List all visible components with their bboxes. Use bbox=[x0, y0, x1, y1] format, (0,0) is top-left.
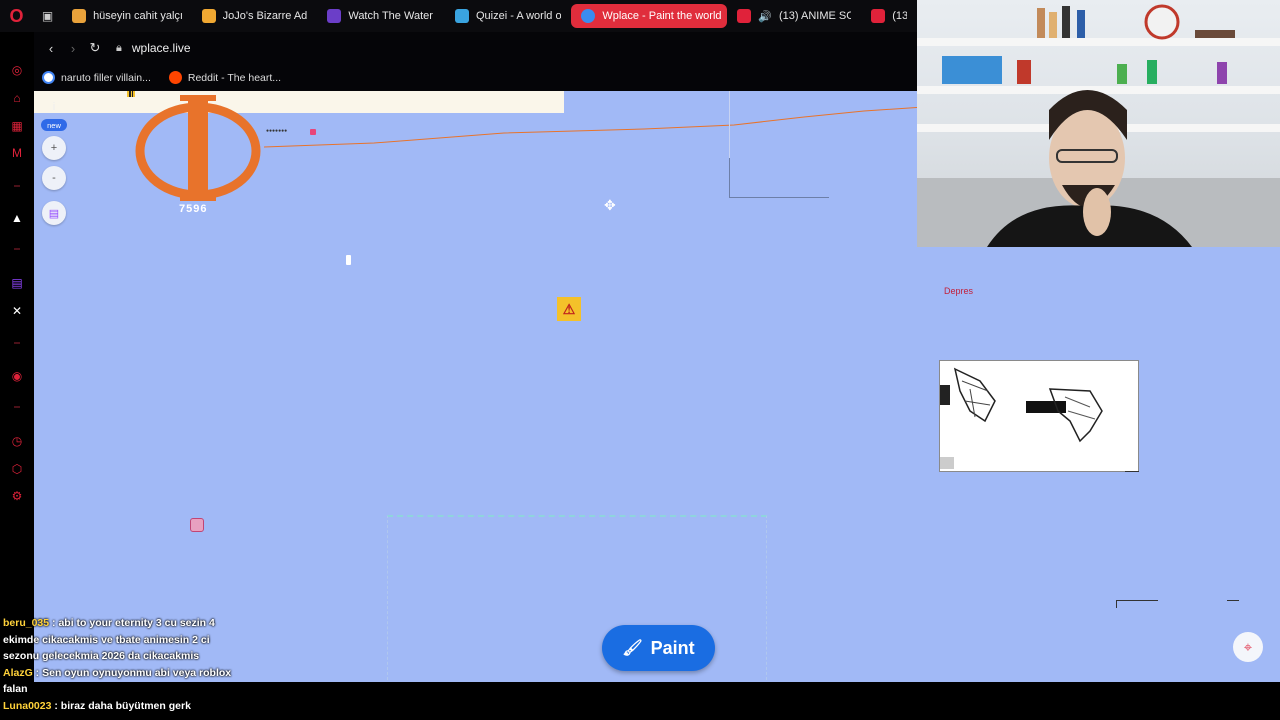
extensions-icon[interactable]: ⬡ bbox=[9, 461, 25, 477]
app-sidebar: ◎ ⌂ ▦ M ▲ ▤ ✕ ◉ ◷ ⬡ ⚙ bbox=[0, 32, 34, 682]
tab-label: Quizei - A world of bbox=[475, 10, 562, 22]
address-bar: ‹ › ↻ 🔒︎ wplace.live bbox=[34, 32, 917, 64]
separator bbox=[14, 185, 20, 187]
bookmark-label: naruto filler villain... bbox=[61, 71, 151, 84]
settings-gear-icon[interactable]: ⚙ bbox=[9, 488, 25, 504]
white-pixel bbox=[346, 255, 351, 265]
chat-text: biraz daha büyütmen gerk bbox=[60, 699, 191, 712]
tab-wplace[interactable]: Wplace - Paint the world bbox=[571, 4, 728, 28]
youtube-icon bbox=[871, 9, 886, 23]
locate-me-icon[interactable]: ⌖ bbox=[1233, 632, 1263, 662]
logo-number: 7596 bbox=[179, 203, 208, 215]
x-twitter-icon[interactable]: ✕ bbox=[9, 303, 25, 319]
tab-anime[interactable]: 🔊 (13) ANIME SO bbox=[727, 4, 861, 28]
depr-text: Depres bbox=[944, 286, 974, 296]
url-text: wplace.live bbox=[131, 41, 191, 55]
reddit-icon bbox=[168, 71, 182, 84]
tab-label: hüseyin cahit yalçın bbox=[93, 10, 182, 22]
aria-ai-icon[interactable]: ▲ bbox=[9, 210, 25, 226]
tab-jojo[interactable]: JoJo's Bizarre Adv bbox=[192, 4, 318, 28]
stream-chat: beru_035 : abi to your eternity 3 cu sez… bbox=[3, 615, 243, 714]
chat-username: AlazG bbox=[3, 666, 33, 679]
move-cursor-icon: ✥ bbox=[604, 197, 616, 213]
info-button[interactable]: i bbox=[42, 99, 66, 115]
chat-username: Luna0023 bbox=[3, 699, 52, 712]
bookmarks-bar: naruto filler villain... Reddit - The he… bbox=[34, 64, 917, 91]
warning-sign-art: ⚠ bbox=[557, 297, 581, 321]
tab-huseyin[interactable]: hüseyin cahit yalçın bbox=[62, 4, 192, 28]
player-icon[interactable]: ◉ bbox=[9, 368, 25, 384]
history-icon[interactable]: ◷ bbox=[9, 433, 25, 449]
orange-line bbox=[264, 106, 924, 148]
phi-logo-art bbox=[135, 95, 261, 201]
tab-islands-icon[interactable]: ▣ bbox=[33, 0, 62, 32]
tab-label: JoJo's Bizarre Adv bbox=[222, 10, 308, 22]
google-icon bbox=[42, 71, 55, 84]
sketch-drawing bbox=[940, 367, 1103, 469]
tab-label: Watch The Water M bbox=[348, 10, 435, 22]
mail-icon[interactable]: M bbox=[9, 145, 25, 161]
tab-quizei[interactable]: Quizei - A world of bbox=[445, 4, 571, 28]
chat-message: AlazG : Sen oyun oynuyonmu abi veya robl… bbox=[3, 666, 232, 696]
url-field[interactable]: 🔒︎ wplace.live bbox=[116, 41, 191, 55]
opera-logo-icon[interactable]: O bbox=[0, 0, 33, 32]
tab-bar: O ▣ hüseyin cahit yalçın JoJo's Bizarre … bbox=[0, 0, 917, 32]
chat-message: beru_035 : abi to your eternity 3 cu sez… bbox=[3, 617, 215, 662]
tab-favicon-icon bbox=[201, 9, 216, 23]
reload-icon[interactable]: ↻ bbox=[84, 37, 106, 59]
back-arrow-icon[interactable]: ‹ bbox=[40, 37, 62, 59]
pink-square-art bbox=[190, 518, 204, 532]
webcam-scene bbox=[917, 4, 1280, 247]
screen: O ▣ hüseyin cahit yalçın JoJo's Bizarre … bbox=[0, 0, 1280, 720]
aria-icon[interactable]: ◎ bbox=[9, 62, 25, 78]
tab-favicon-icon bbox=[327, 9, 342, 23]
chat-message: Luna0023 : biraz daha büyütmen gerk bbox=[3, 699, 191, 712]
tab-label: Wplace - Paint the world bbox=[602, 10, 722, 22]
new-badge: new bbox=[41, 119, 67, 131]
zoom-out-button[interactable]: - bbox=[42, 166, 66, 190]
tab-favicon-icon bbox=[581, 9, 596, 23]
shop-icon[interactable]: ▦ bbox=[9, 118, 25, 134]
separator bbox=[14, 248, 20, 250]
chat-text: Sen oyun oynuyonmu abi veya roblox falan bbox=[3, 666, 232, 696]
paint-label: Paint bbox=[650, 637, 695, 658]
dash-mark bbox=[1227, 600, 1239, 601]
youtube-icon bbox=[737, 9, 752, 23]
corner-bracket bbox=[1116, 600, 1158, 608]
bookmark-label: Reddit - The heart... bbox=[187, 71, 282, 84]
lock-icon: 🔒︎ bbox=[116, 41, 122, 54]
guide-line bbox=[729, 91, 730, 158]
separator bbox=[14, 406, 20, 408]
tab-anime-2[interactable]: (13 bbox=[861, 4, 917, 28]
tab-label: (13 bbox=[892, 10, 907, 22]
games-icon[interactable]: ⌂ bbox=[9, 90, 25, 106]
webcam-feed bbox=[917, 0, 1280, 247]
outline-rect bbox=[729, 158, 829, 198]
separator bbox=[14, 342, 20, 344]
tab-water[interactable]: Watch The Water M bbox=[317, 4, 445, 28]
twitch-canvas-button[interactable]: ▤ bbox=[42, 201, 66, 225]
bookmark-reddit[interactable]: Reddit - The heart... bbox=[168, 71, 282, 84]
dash-mark bbox=[1125, 471, 1139, 472]
speaker-icon: 🔊 bbox=[758, 10, 772, 23]
tab-label: (13) ANIME SO bbox=[778, 10, 852, 22]
tab-favicon-icon bbox=[72, 9, 87, 23]
paint-button[interactable]: 🖌︎ Paint bbox=[602, 625, 715, 671]
forward-arrow-icon[interactable]: › bbox=[62, 37, 84, 59]
chat-username: beru_035 bbox=[3, 617, 50, 629]
paintbrush-icon: 🖌︎ bbox=[622, 640, 643, 657]
twitch-icon[interactable]: ▤ bbox=[9, 275, 25, 291]
zoom-in-button[interactable]: + bbox=[42, 136, 66, 160]
bookmark-naruto[interactable]: naruto filler villain... bbox=[42, 71, 151, 84]
sketch-artwork bbox=[939, 360, 1139, 472]
tab-favicon-icon bbox=[454, 9, 469, 23]
